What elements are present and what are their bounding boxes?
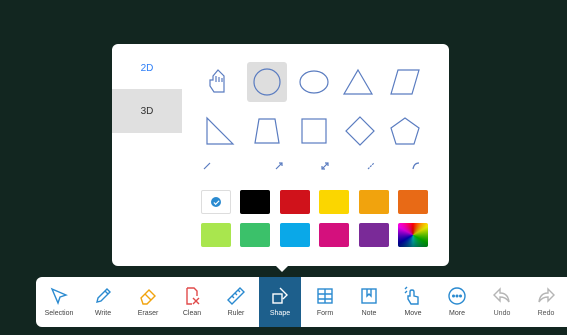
arc-line-icon[interactable]	[412, 162, 420, 170]
eraser-label: Eraser	[137, 310, 159, 317]
note-label: Note	[361, 310, 377, 317]
color-swatch-magenta[interactable]	[319, 223, 349, 247]
eraser-icon	[140, 289, 156, 305]
shape-label: Shape	[269, 310, 291, 317]
ruler-button[interactable]: Ruler	[215, 277, 257, 327]
redo-label: Redo	[537, 310, 555, 317]
color-swatch-white[interactable]	[201, 190, 231, 214]
line-icon[interactable]	[203, 162, 211, 170]
line-style-row	[197, 162, 437, 172]
write-button[interactable]: Write	[82, 277, 124, 327]
cursor-arrow-icon	[50, 287, 68, 305]
circle-shape-icon[interactable]	[247, 62, 287, 102]
selection-button[interactable]: Selection	[38, 277, 80, 327]
trapezoid-shape-icon[interactable]	[247, 111, 287, 151]
color-swatch-red[interactable]	[280, 190, 310, 214]
redo-icon	[538, 287, 555, 303]
hand-touch-icon	[404, 286, 419, 305]
pentagon-shape-icon[interactable]	[385, 111, 425, 151]
color-swatch-yellow[interactable]	[319, 190, 349, 214]
undo-button[interactable]: Undo	[481, 277, 523, 327]
ruler-icon	[227, 287, 245, 305]
clean-page-icon	[186, 287, 200, 305]
color-swatch-amber[interactable]	[359, 190, 389, 214]
pointing-hand-icon[interactable]	[198, 62, 238, 102]
color-spectrum-picker[interactable]	[398, 223, 428, 247]
panel-pointer	[274, 264, 290, 272]
double-arrow-line-icon[interactable]	[321, 162, 329, 170]
move-label: Move	[404, 310, 422, 317]
color-swatch-orange[interactable]	[398, 190, 428, 214]
color-swatch-green[interactable]	[240, 223, 270, 247]
parallelogram-shape-icon[interactable]	[385, 62, 425, 102]
clean-button[interactable]: Clean	[171, 277, 213, 327]
shape-button[interactable]: Shape	[259, 277, 301, 327]
redo-button[interactable]: Redo	[525, 277, 567, 327]
selection-label: Selection	[44, 310, 74, 317]
color-swatch-cyan[interactable]	[280, 223, 310, 247]
triangle-shape-icon[interactable]	[338, 62, 378, 102]
form-button[interactable]: Form	[304, 277, 346, 327]
undo-label: Undo	[493, 310, 511, 317]
more-label: More	[449, 310, 465, 317]
bottom-toolbar: Selection Write Eraser Clean Ruler Shape…	[36, 277, 567, 327]
form-label: Form	[316, 310, 334, 317]
tab-2d[interactable]: 2D	[112, 46, 182, 90]
move-button[interactable]: Move	[392, 277, 434, 327]
ruler-label: Ruler	[227, 310, 245, 317]
square-shape-icon[interactable]	[294, 111, 334, 151]
right-triangle-shape-icon[interactable]	[200, 111, 240, 151]
eraser-button[interactable]: Eraser	[127, 277, 169, 327]
diamond-shape-icon[interactable]	[340, 111, 380, 151]
undo-icon	[493, 287, 510, 303]
pen-icon	[96, 288, 111, 303]
note-icon	[361, 288, 377, 304]
color-swatch-lime[interactable]	[201, 223, 231, 247]
color-swatch-black[interactable]	[240, 190, 270, 214]
color-swatch-purple[interactable]	[359, 223, 389, 247]
shapes-icon	[272, 287, 288, 304]
more-button[interactable]: More	[436, 277, 478, 327]
dashed-line-icon[interactable]	[367, 162, 375, 170]
more-dots-icon	[448, 287, 466, 305]
note-button[interactable]: Note	[348, 277, 390, 327]
clean-label: Clean	[182, 310, 202, 317]
arrow-line-icon[interactable]	[275, 162, 283, 170]
shape-panel: 2D 3D	[112, 44, 449, 266]
check-icon	[211, 197, 221, 207]
ellipse-shape-icon[interactable]	[294, 62, 334, 102]
table-icon	[317, 288, 333, 304]
write-label: Write	[94, 310, 112, 317]
tab-3d[interactable]: 3D	[112, 89, 182, 133]
